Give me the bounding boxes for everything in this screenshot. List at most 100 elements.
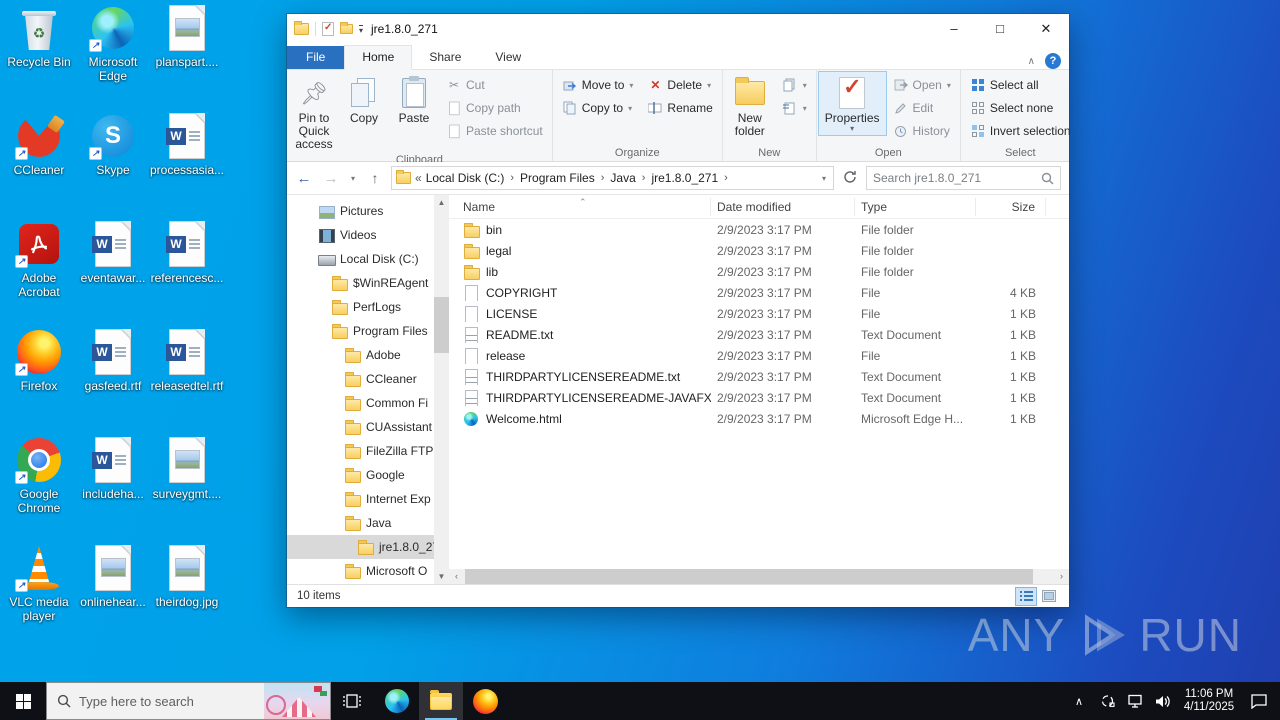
taskbar-firefox-button[interactable]	[463, 682, 507, 720]
tree-item-perflogs[interactable]: PerfLogs	[287, 295, 434, 319]
desktop-icon-firefox[interactable]: ↗ Firefox	[2, 328, 76, 436]
desktop-icon-google-chrome[interactable]: ↗ Google Chrome	[2, 436, 76, 544]
tree-item-cuassistant[interactable]: CUAssistant	[287, 415, 434, 439]
invert-selection-button[interactable]: Invert selection	[967, 121, 1074, 141]
desktop-icon-recycle-bin[interactable]: ♻ Recycle Bin	[2, 4, 76, 112]
desktop-icon-releasedtel-rtf[interactable]: W releasedtel.rtf	[150, 328, 224, 436]
properties-button[interactable]: Properties ▾	[817, 71, 887, 136]
volume-icon[interactable]	[1150, 682, 1176, 720]
tree-item-videos[interactable]: Videos	[287, 223, 434, 247]
tree-item-local-disk-c-[interactable]: Local Disk (C:)	[287, 247, 434, 271]
tree-scrollbar[interactable]: ▲ ▼	[434, 195, 449, 584]
address-dropdown-icon[interactable]: ▾	[819, 174, 829, 183]
tree-item-common-fi[interactable]: Common Fi	[287, 391, 434, 415]
details-view-button[interactable]	[1015, 586, 1037, 606]
tab-share[interactable]: Share	[412, 46, 478, 69]
tree-item--winreagent[interactable]: $WinREAgent	[287, 271, 434, 295]
taskbar-clock[interactable]: 11:06 PM 4/11/2025	[1178, 688, 1240, 714]
taskbar-explorer-button[interactable]	[419, 682, 463, 720]
task-view-button[interactable]	[331, 682, 375, 720]
desktop-icon-eventawar-[interactable]: W eventawar...	[76, 220, 150, 328]
breadcrumb-segment[interactable]: Program Files	[520, 171, 595, 185]
desktop-icon-microsoft-edge[interactable]: ↗ Microsoft Edge	[76, 4, 150, 112]
up-button[interactable]: ↑	[364, 170, 386, 186]
qat-customize-icon[interactable]: ▾	[359, 24, 364, 34]
large-icons-view-button[interactable]	[1039, 588, 1059, 605]
tab-home[interactable]: Home	[344, 45, 413, 70]
file-row-license[interactable]: LICENSE 2/9/2023 3:17 PM File 1 KB	[449, 303, 1069, 324]
history-button[interactable]: History	[890, 121, 954, 141]
delete-button[interactable]: ✕ Delete ▾	[644, 75, 715, 95]
search-box[interactable]: Search jre1.8.0_271	[866, 166, 1061, 190]
scroll-up-icon[interactable]: ▲	[434, 195, 449, 210]
file-row-copyright[interactable]: COPYRIGHT 2/9/2023 3:17 PM File 4 KB	[449, 282, 1069, 303]
paste-shortcut-button[interactable]: Paste shortcut	[443, 121, 546, 141]
desktop-icon-referencesc-[interactable]: W referencesc...	[150, 220, 224, 328]
scroll-down-icon[interactable]: ▼	[434, 569, 449, 584]
copy-to-button[interactable]: Copy to ▾	[559, 98, 637, 118]
refresh-icon[interactable]	[839, 170, 861, 187]
desktop-icon-surveygmt-[interactable]: surveygmt....	[150, 436, 224, 544]
network-icon[interactable]	[1122, 682, 1148, 720]
desktop-icon-ccleaner[interactable]: ↗ CCleaner	[2, 112, 76, 220]
column-header-name[interactable]: Name ⌃	[449, 197, 711, 216]
tree-item-ccleaner[interactable]: CCleaner	[287, 367, 434, 391]
tree-item-program-files[interactable]: Program Files	[287, 319, 434, 343]
easy-access-button[interactable]: ▾	[779, 98, 810, 118]
qat-newfolder-icon[interactable]	[340, 22, 353, 34]
tree-item-pictures[interactable]: Pictures	[287, 199, 434, 223]
scroll-right-icon[interactable]: ›	[1054, 569, 1069, 584]
desktop-icon-gasfeed-rtf[interactable]: W gasfeed.rtf	[76, 328, 150, 436]
taskbar-edge-button[interactable]	[375, 682, 419, 720]
maximize-button[interactable]: □	[977, 14, 1023, 44]
breadcrumb-segment[interactable]: jre1.8.0_271	[651, 171, 718, 185]
tab-view[interactable]: View	[478, 46, 538, 69]
desktop-icon-onlinehear-[interactable]: onlinehear...	[76, 544, 150, 652]
desktop-icon-theirdog-jpg[interactable]: theirdog.jpg	[150, 544, 224, 652]
help-icon[interactable]: ?	[1045, 53, 1061, 69]
open-button[interactable]: Open ▾	[890, 75, 954, 95]
tree-item-adobe[interactable]: Adobe	[287, 343, 434, 367]
taskbar-search[interactable]: Type here to search	[46, 682, 331, 720]
desktop-icon-includeha-[interactable]: W includeha...	[76, 436, 150, 544]
title-bar[interactable]: ▾ jre1.8.0_271 – □ ✕	[287, 14, 1069, 44]
column-header-size[interactable]: Size	[976, 197, 1046, 216]
move-to-button[interactable]: Move to ▾	[559, 75, 637, 95]
copy-path-button[interactable]: Copy path	[443, 98, 546, 118]
select-none-button[interactable]: Select none	[967, 98, 1074, 118]
tree-item-java[interactable]: Java	[287, 511, 434, 535]
desktop-icon-adobe-acrobat[interactable]: ↗ Adobe Acrobat	[2, 220, 76, 328]
scroll-left-icon[interactable]: ‹	[449, 569, 464, 584]
file-row-thirdpartylicensereadme-txt[interactable]: THIRDPARTYLICENSEREADME.txt 2/9/2023 3:1…	[449, 366, 1069, 387]
desktop-icon-vlc-media-player[interactable]: ↗ VLC media player	[2, 544, 76, 652]
column-header-date[interactable]: Date modified	[711, 197, 855, 216]
desktop-icon-planspart-[interactable]: planspart....	[150, 4, 224, 112]
collapse-ribbon-icon[interactable]: ∧	[1028, 56, 1035, 67]
recent-locations-icon[interactable]: ▾	[347, 174, 359, 183]
tree-item-microsoft-o[interactable]: Microsoft O	[287, 559, 434, 583]
back-button[interactable]: ←	[293, 170, 315, 187]
minimize-button[interactable]: –	[931, 14, 977, 44]
tree-item-internet-exp[interactable]: Internet Exp	[287, 487, 434, 511]
file-row-release[interactable]: release 2/9/2023 3:17 PM File 1 KB	[449, 345, 1069, 366]
tree-item-google[interactable]: Google	[287, 463, 434, 487]
file-row-welcome-html[interactable]: Welcome.html 2/9/2023 3:17 PM Microsoft …	[449, 408, 1069, 429]
tab-file[interactable]: File	[287, 46, 345, 69]
forward-button[interactable]: →	[320, 170, 342, 187]
breadcrumb-segment[interactable]: Local Disk (C:)	[426, 171, 505, 185]
close-button[interactable]: ✕	[1023, 14, 1069, 44]
file-row-lib[interactable]: lib 2/9/2023 3:17 PM File folder	[449, 261, 1069, 282]
copy-button[interactable]: Copy	[339, 72, 389, 127]
file-row-readme-txt[interactable]: README.txt 2/9/2023 3:17 PM Text Documen…	[449, 324, 1069, 345]
new-folder-button[interactable]: New folder	[725, 72, 775, 140]
pin-to-quick-access-button[interactable]: 📌︎ Pin to Quick access	[289, 72, 339, 153]
new-item-button[interactable]: ▾	[779, 75, 810, 95]
hscrollbar-thumb[interactable]	[465, 569, 1033, 584]
qat-properties-icon[interactable]	[322, 22, 334, 36]
tree-item-filezilla-ftp[interactable]: FileZilla FTP	[287, 439, 434, 463]
file-row-thirdpartylicensereadme-javafx-txt[interactable]: THIRDPARTYLICENSEREADME-JAVAFX.txt 2/9/2…	[449, 387, 1069, 408]
cut-button[interactable]: ✂ Cut	[443, 75, 546, 95]
column-header-type[interactable]: Type	[855, 197, 976, 216]
edit-button[interactable]: Edit	[890, 98, 954, 118]
start-button[interactable]	[0, 682, 46, 720]
